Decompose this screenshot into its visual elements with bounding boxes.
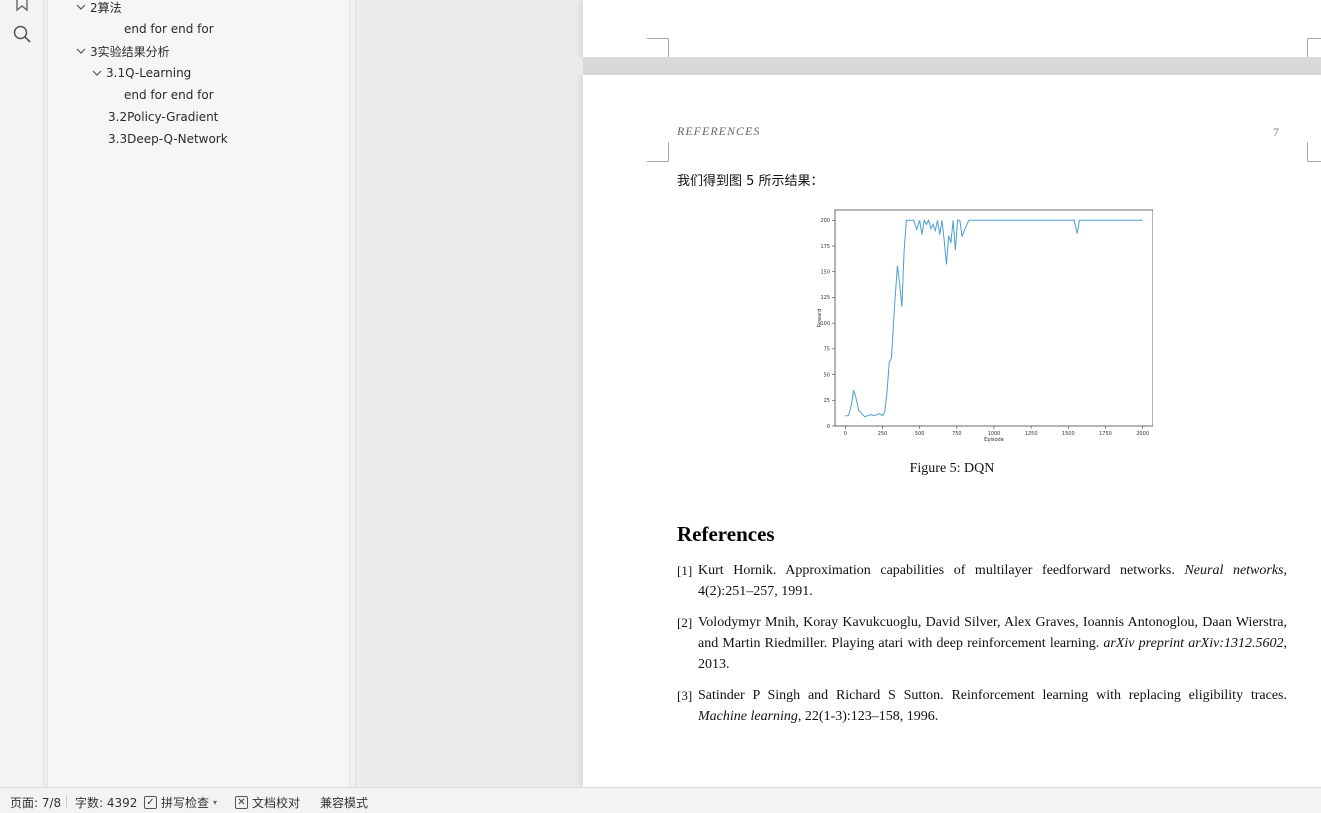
reference-entry: [2] Volodymyr Mnih, Koray Kavukcuoglu, D… (677, 612, 1287, 675)
status-bar: 页面: 7/8 字数: 4392 ✓ 拼写检查 ▾ ✕ 文档校对 兼容模式 (0, 787, 1321, 813)
checkbox-checked-icon: ✓ (144, 796, 157, 809)
y-tick-label: 75 (824, 347, 830, 353)
x-tick-label: 1500 (1062, 431, 1075, 437)
x-tick-label: 1250 (1025, 431, 1038, 437)
outline-item-label: 3.2Policy-Gradient (108, 110, 219, 124)
crop-mark (1307, 142, 1321, 162)
references-heading: References (677, 522, 775, 546)
reference-venue: Machine learning (698, 709, 798, 724)
plot-frame (834, 209, 1153, 427)
x-axis-label: Episode (984, 437, 1004, 443)
reference-number: [2] (677, 615, 693, 630)
page-number: 7 (1273, 125, 1279, 139)
y-tick-label: 175 (820, 244, 830, 250)
reference-venue: Neural networks (1184, 563, 1284, 578)
y-tick-label: 0 (827, 424, 830, 430)
chevron-down-icon[interactable] (74, 0, 88, 14)
outline-item-label: 3.1Q-Learning (106, 66, 192, 80)
outline-item[interactable]: 3实验结果分析 (74, 40, 170, 62)
x-tick-label: 1750 (1099, 431, 1112, 437)
outline-item-label: 3.3Deep-Q-Network (108, 132, 228, 146)
y-axis-label: Reward (817, 309, 823, 328)
proofread-icon: ✕ (235, 796, 248, 809)
x-tick-label: 750 (952, 431, 962, 437)
dropdown-caret-icon[interactable]: ▾ (213, 798, 217, 807)
outline-item-label: 2算法 (90, 0, 122, 15)
reference-entry: [1] Kurt Hornik. Approximation capabilit… (677, 560, 1287, 602)
crop-mark (647, 38, 669, 58)
x-tick-label: 0 (844, 431, 847, 437)
page-separator (583, 57, 1321, 75)
previous-page (583, 0, 1321, 58)
outline-item[interactable]: 3.2Policy-Gradient (108, 106, 218, 128)
x-tick-label: 500 (915, 431, 925, 437)
y-tick-label: 200 (820, 218, 830, 224)
y-tick-label: 150 (820, 270, 830, 276)
canvas-background (357, 0, 583, 787)
page-indicator-label: 页面: 7/8 (10, 796, 62, 810)
y-tick-label: 125 (820, 295, 830, 301)
outline-item-label: end for end for (124, 22, 214, 36)
reference-number: [3] (677, 688, 693, 703)
chevron-down-icon[interactable] (74, 44, 88, 58)
spell-check-button[interactable]: ✓ 拼写检查 ▾ (144, 794, 217, 811)
reference-body: Volodymyr Mnih, Koray Kavukcuoglu, David… (698, 612, 1287, 675)
reference-number: [1] (677, 563, 693, 578)
reference-body: Satinder P Singh and Richard S Sutton. R… (698, 685, 1287, 727)
dqn-reward-chart: 0 250 500 750 1000 1250 1500 1750 20000255075100… (817, 209, 1153, 443)
compat-mode-indicator: 兼容模式 (320, 794, 368, 811)
outline-item-label: 3实验结果分析 (90, 44, 170, 59)
outline-item[interactable]: 2算法 (74, 0, 122, 18)
document-outline-panel: 2算法 end for end for 3实验结果分析 3.1Q-Learnin… (47, 0, 350, 787)
document-page[interactable]: REFERENCES 7 我们得到图 5 所示结果： 0 250 500 750 100… (583, 75, 1321, 787)
reference-text: Kurt Hornik. Approximation capabilities … (698, 563, 1185, 578)
compat-mode-label: 兼容模式 (320, 796, 369, 810)
crop-mark (1307, 38, 1321, 58)
reference-entry: [3] Satinder P Singh and Richard S Sutto… (677, 685, 1287, 727)
search-icon[interactable] (11, 23, 33, 45)
outline-item[interactable]: end for end for (124, 84, 214, 106)
bookmark-icon[interactable] (11, 0, 33, 15)
running-header: REFERENCES (677, 124, 761, 138)
chevron-down-icon[interactable] (90, 66, 104, 80)
reference-text: Satinder P Singh and Richard S Sutton. R… (698, 688, 1287, 703)
panel-splitter[interactable] (350, 0, 356, 787)
reference-body: Kurt Hornik. Approximation capabilities … (698, 560, 1287, 602)
left-icon-rail (0, 0, 44, 787)
y-tick-label: 50 (824, 372, 830, 378)
word-count[interactable]: 字数: 4392 (75, 794, 137, 811)
intro-paragraph: 我们得到图 5 所示结果： (677, 174, 824, 189)
outline-item[interactable]: 3.1Q-Learning (90, 62, 191, 84)
page-indicator[interactable]: 页面: 7/8 (10, 794, 61, 811)
reference-tail: , 22(1-3):123–158, 1996. (797, 709, 939, 724)
reference-venue: arXiv preprint arXiv:1312.5602 (1103, 636, 1284, 651)
proofread-label: 文档校对 (252, 796, 301, 810)
proofread-button[interactable]: ✕ 文档校对 (235, 794, 300, 811)
word-processor-window: 2算法 end for end for 3实验结果分析 3.1Q-Learnin… (0, 0, 1321, 813)
divider (66, 795, 67, 808)
x-tick-label: 2000 (1136, 431, 1149, 437)
crop-mark (647, 142, 669, 162)
word-count-label: 字数: 4392 (75, 796, 138, 810)
outline-item[interactable]: 3.3Deep-Q-Network (108, 128, 228, 150)
outline-item[interactable]: end for end for (124, 18, 214, 40)
spell-check-label: 拼写检查 (161, 796, 210, 810)
x-tick-label: 250 (878, 431, 888, 437)
figure-caption: Figure 5: DQN (909, 461, 995, 476)
outline-item-label: end for end for (124, 88, 214, 102)
y-tick-label: 25 (824, 398, 830, 404)
